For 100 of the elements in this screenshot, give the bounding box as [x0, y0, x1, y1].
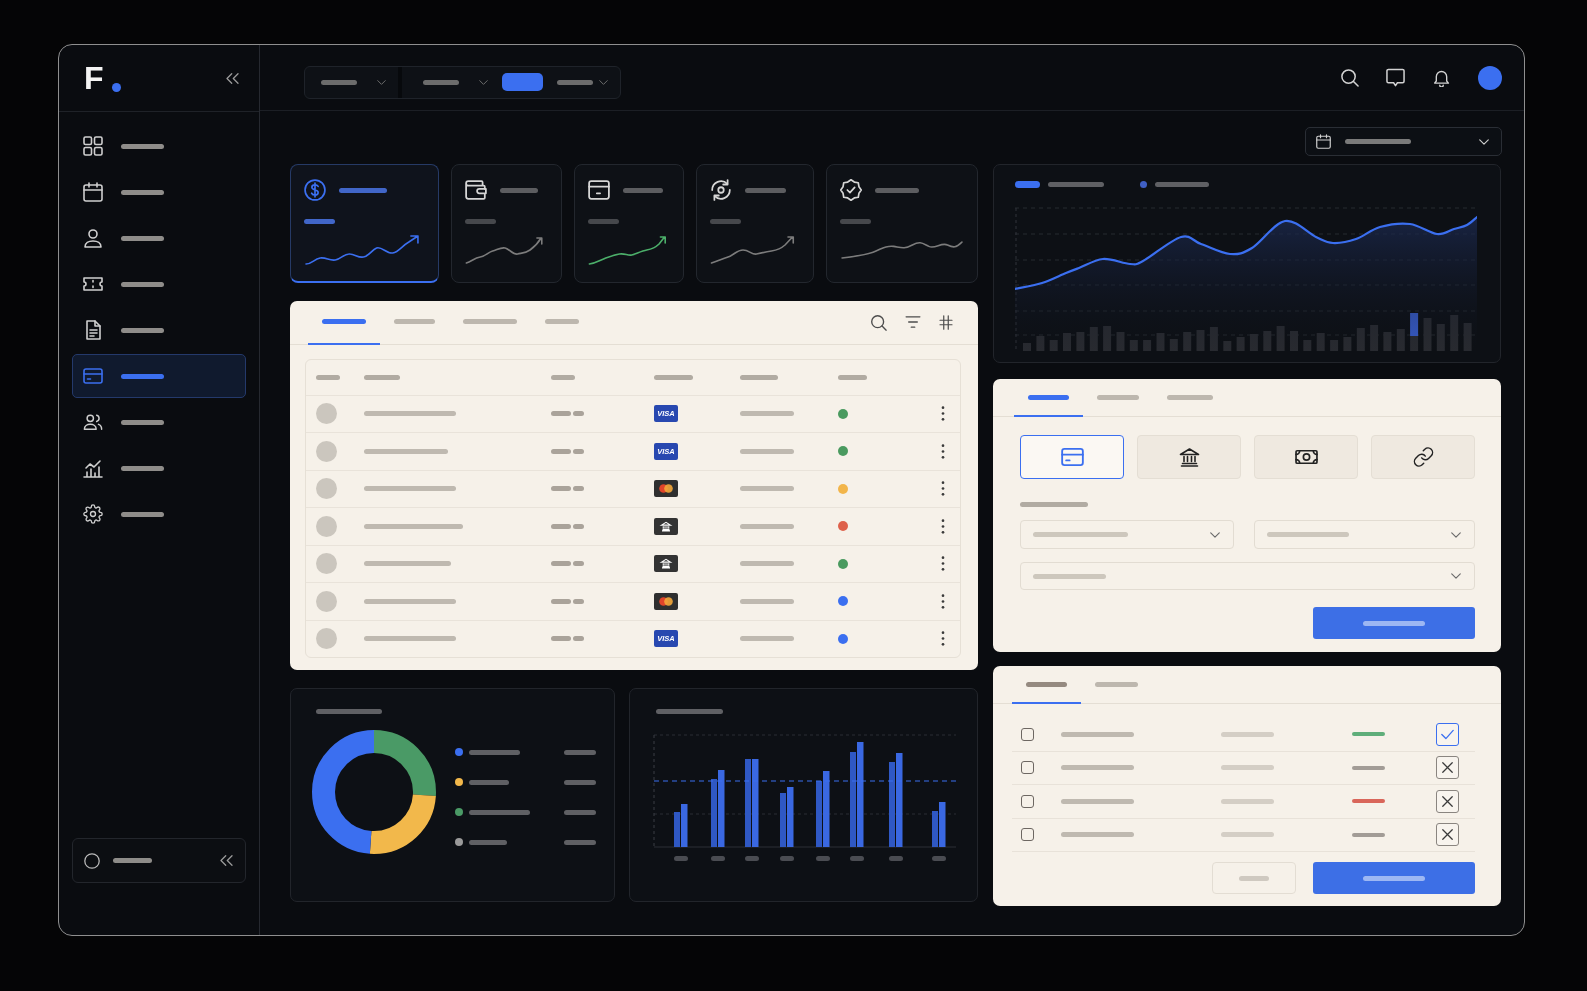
text-placeholder	[588, 219, 619, 224]
text-placeholder	[551, 448, 571, 454]
text-placeholder	[564, 839, 596, 845]
chevron-down-icon	[1451, 573, 1461, 579]
more-icon[interactable]	[941, 556, 945, 572]
text-placeholder	[710, 219, 741, 224]
text-placeholder	[551, 636, 571, 642]
text-placeholder	[551, 561, 571, 567]
chat-icon[interactable]	[1386, 68, 1405, 87]
date-picker[interactable]	[1305, 127, 1502, 156]
logo-letter: F	[84, 62, 104, 94]
segment-button[interactable]	[502, 73, 543, 91]
text-placeholder	[573, 448, 584, 454]
check-icon	[1440, 728, 1454, 740]
text-placeholder	[564, 779, 596, 785]
text-placeholder	[1020, 502, 1088, 507]
text-placeholder	[838, 374, 867, 380]
more-icon[interactable]	[941, 481, 945, 497]
text-placeholder	[656, 709, 723, 714]
decision-button[interactable]	[1435, 823, 1459, 847]
text-placeholder	[740, 374, 778, 380]
search-icon[interactable]	[1340, 68, 1359, 87]
text-placeholder	[1155, 182, 1209, 187]
user-icon	[83, 228, 103, 248]
more-icon[interactable]	[941, 593, 945, 609]
text-placeholder	[740, 636, 794, 642]
decision-button[interactable]	[1435, 756, 1459, 780]
banknote-icon	[1294, 447, 1318, 467]
text-placeholder	[740, 486, 794, 492]
text-placeholder	[573, 411, 584, 417]
avatar-placeholder	[316, 590, 337, 612]
calendar-icon	[83, 182, 103, 202]
text-placeholder	[740, 598, 794, 604]
text-placeholder	[564, 809, 596, 815]
checkbox[interactable]	[1021, 794, 1034, 808]
stat-card[interactable]	[826, 164, 978, 283]
grid-icon	[83, 136, 103, 156]
text-placeholder	[469, 809, 530, 815]
nav-item[interactable]	[72, 354, 246, 398]
more-icon[interactable]	[941, 518, 945, 534]
dollar-circle-icon	[304, 179, 326, 201]
dropdown-field[interactable]	[1020, 562, 1475, 590]
user-avatar[interactable]	[1478, 65, 1502, 90]
chevrons-left-icon[interactable]	[226, 72, 239, 84]
text-placeholder	[573, 636, 584, 642]
credit-card-icon	[588, 179, 610, 201]
text-placeholder	[573, 561, 584, 567]
stat-card[interactable]	[451, 164, 562, 283]
stat-card[interactable]	[696, 164, 814, 283]
text-placeholder	[465, 219, 496, 224]
text-placeholder	[113, 858, 152, 863]
avatar-placeholder	[316, 478, 337, 500]
chevrons-left-icon[interactable]	[220, 855, 233, 866]
text-placeholder	[339, 187, 387, 193]
bell-icon[interactable]	[1432, 68, 1451, 87]
checkbox[interactable]	[1021, 727, 1034, 741]
x-icon	[1441, 829, 1453, 841]
avatar-placeholder	[316, 553, 337, 575]
x-icon	[1441, 762, 1453, 774]
checkbox[interactable]	[1021, 828, 1034, 842]
avatar-placeholder	[316, 403, 337, 425]
text-placeholder	[573, 598, 584, 604]
chevron-down-icon	[1479, 138, 1489, 145]
bar-chart-icon	[83, 458, 103, 478]
x-icon	[1441, 795, 1453, 807]
stat-card[interactable]	[290, 164, 439, 283]
more-icon[interactable]	[941, 406, 945, 422]
text-placeholder	[551, 374, 575, 380]
more-icon[interactable]	[941, 631, 945, 647]
text-placeholder	[1221, 765, 1274, 771]
decision-button[interactable]	[1435, 789, 1459, 813]
text-placeholder	[573, 523, 584, 529]
text-placeholder	[500, 187, 538, 193]
text-placeholder	[740, 448, 794, 454]
text-placeholder	[551, 598, 571, 604]
two-circles-icon	[654, 592, 678, 610]
checkbox[interactable]	[1021, 761, 1034, 775]
filter-icon[interactable]	[905, 316, 921, 329]
bank-icon	[654, 555, 678, 573]
text-placeholder	[551, 411, 571, 417]
dropdown-field[interactable]	[1254, 520, 1475, 549]
text-placeholder	[469, 839, 507, 845]
settings-icon	[83, 504, 103, 524]
dot-icon	[111, 83, 121, 92]
text-placeholder	[1048, 182, 1104, 187]
text-placeholder	[316, 374, 340, 380]
more-icon[interactable]	[941, 443, 945, 459]
columns-icon[interactable]	[939, 314, 953, 330]
stat-card[interactable]	[574, 164, 684, 283]
dropdown-field[interactable]	[1020, 520, 1234, 549]
chevron-down-icon	[1451, 531, 1461, 538]
document-icon	[83, 320, 103, 340]
avatar-placeholder	[316, 628, 337, 650]
chevron-down-icon	[599, 79, 608, 85]
search-icon[interactable]	[870, 313, 887, 331]
link-icon	[1411, 447, 1435, 467]
text-placeholder	[654, 374, 693, 380]
text-placeholder	[551, 523, 571, 529]
text-placeholder	[623, 187, 663, 193]
users-icon	[83, 412, 103, 432]
